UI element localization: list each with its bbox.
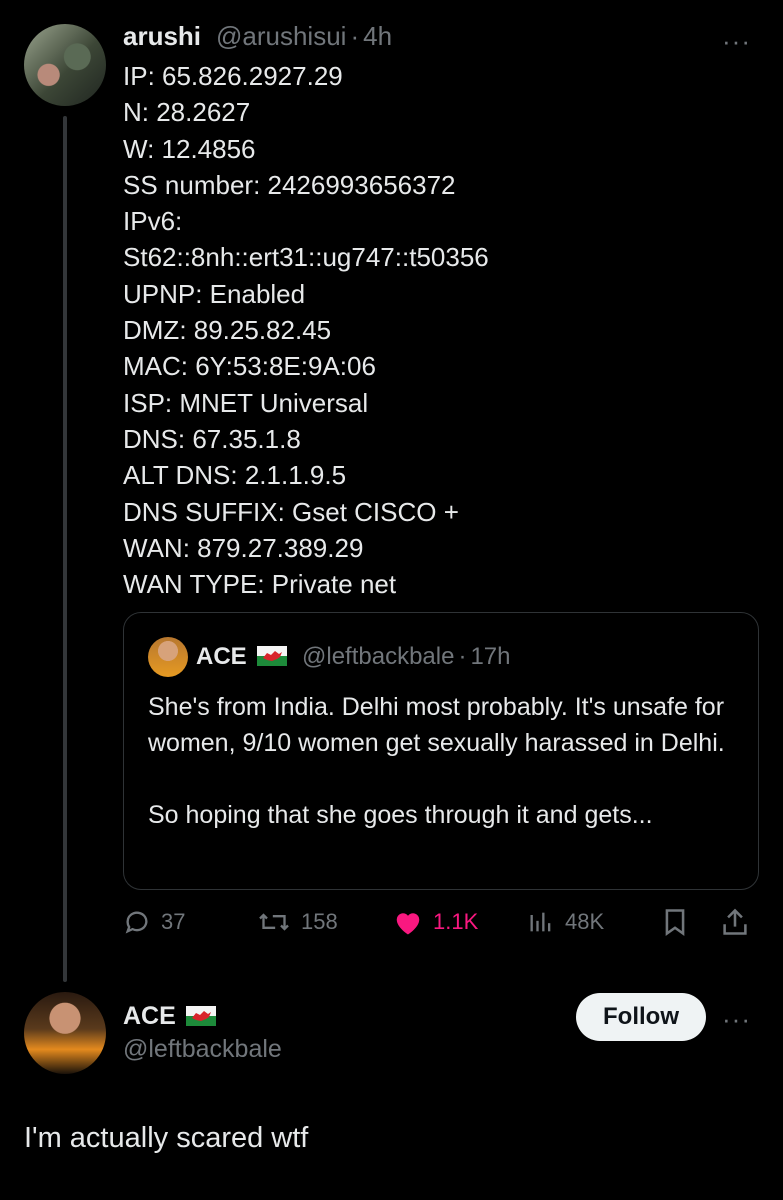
reply-text: I'm actually scared wtf (24, 1122, 309, 1154)
follow-button[interactable]: Follow (576, 993, 706, 1041)
body-line: SS number: 2426993656372 (123, 169, 456, 200)
body-line: W: 12.4856 (123, 133, 256, 164)
bookmark-icon (665, 909, 685, 937)
body-line: MAC: 6Y:53:8E:9A:06 (123, 351, 376, 382)
author-meta: @arushisui · 4h (216, 21, 392, 52)
body-line: DNS SUFFIX: Gset CISCO + (123, 496, 459, 527)
wales-flag-icon (185, 1006, 216, 1026)
reply-icon (125, 911, 148, 934)
body-line: DMZ: 89.25.82.45 (123, 315, 332, 346)
heart-icon (396, 913, 420, 935)
quote-meta: @leftbackbale · 17h (302, 643, 511, 671)
body-line: DNS: 67.35.1.8 (123, 423, 301, 454)
repost-icon (259, 913, 289, 931)
reply-button[interactable]: 37 (123, 902, 185, 942)
meta-separator: · (350, 21, 360, 51)
body-line: IP: 65.826.2927.29 (123, 61, 343, 91)
views-button[interactable]: 48K (527, 902, 604, 942)
tweet-actions: 37 158 1.1K 48K (123, 902, 763, 942)
body-line: N: 28.2627 (123, 97, 251, 128)
quote-name-text: ACE (196, 643, 247, 670)
like-button[interactable]: 1.1K (393, 902, 478, 942)
more-options-icon[interactable]: ··· (722, 26, 751, 57)
quote-text: She's from India. Delhi most probably. I… (148, 689, 738, 833)
quoted-tweet[interactable]: ACE @leftbackbale · 17h She's from India. … (123, 612, 759, 890)
more-options-icon[interactable]: ··· (722, 1004, 751, 1035)
body-line: ISP: MNET Universal (123, 387, 369, 418)
quote-paragraph: So hoping that she goes through it and g… (148, 801, 653, 829)
repost-count: 158 (301, 909, 338, 934)
reply-author-handle[interactable]: @leftbackbale (123, 1035, 282, 1064)
quote-author-name[interactable]: ACE (196, 643, 287, 671)
author-handle[interactable]: @arushisui (216, 21, 346, 51)
views-chart-icon (530, 912, 551, 932)
repost-button[interactable]: 158 (257, 902, 338, 942)
reply-name-text: ACE (123, 1002, 176, 1030)
body-line: ALT DNS: 2.1.1.9.5 (123, 460, 347, 491)
reply-author-name[interactable]: ACE (123, 1002, 216, 1031)
body-line: St62::8nh::ert31::ug747::t50356 (123, 242, 489, 273)
quote-time[interactable]: 17h (470, 643, 510, 670)
like-count: 1.1K (433, 909, 479, 934)
body-line: UPNP: Enabled (123, 278, 306, 309)
share-icon (723, 908, 747, 935)
tweet-body: IP: 65.826.2927.29 N: 28.2627 W: 12.4856… (123, 58, 743, 602)
views-count: 48K (565, 909, 605, 934)
body-line: WAN: 879.27.389.29 (123, 532, 364, 563)
quote-avatar[interactable] (148, 637, 188, 677)
bookmark-button[interactable] (661, 902, 689, 942)
quote-paragraph: She's from India. Delhi most probably. I… (148, 693, 725, 757)
tweet-time[interactable]: 4h (363, 21, 392, 51)
thread-line (63, 116, 67, 982)
author-name[interactable]: arushi (123, 21, 201, 52)
meta-separator: · (458, 643, 467, 670)
wales-flag-icon (256, 646, 287, 666)
reply-count: 37 (161, 909, 186, 934)
share-button[interactable] (721, 902, 749, 942)
avatar-arushi[interactable] (24, 24, 106, 106)
avatar-ace[interactable] (24, 992, 106, 1074)
body-line: IPv6: (123, 206, 183, 237)
body-line: WAN TYPE: Private net (123, 569, 397, 600)
quote-handle[interactable]: @leftbackbale (302, 643, 454, 670)
